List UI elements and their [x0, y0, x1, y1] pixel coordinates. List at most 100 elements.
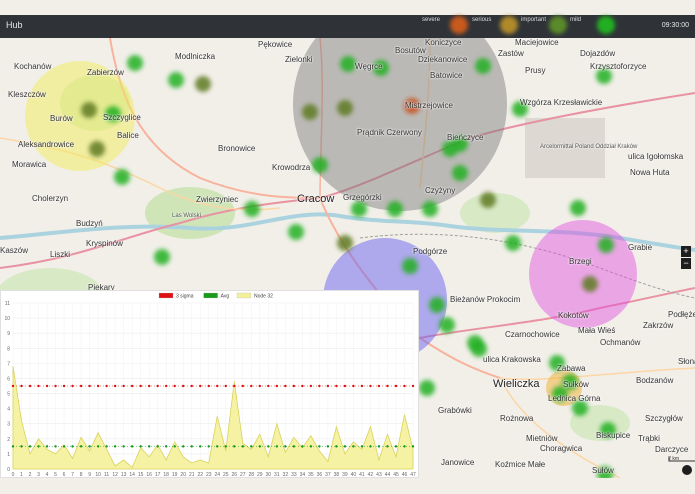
sensor-node-marker[interactable]	[337, 100, 353, 116]
place-label: Grabie	[628, 243, 653, 252]
data-point-avg	[233, 445, 236, 448]
place-label: Trąbki	[638, 434, 660, 443]
place-label: Morawica	[12, 160, 47, 169]
sensor-node-marker[interactable]	[114, 169, 130, 185]
data-point-avg	[360, 445, 364, 448]
sensor-node-marker[interactable]	[480, 192, 496, 208]
x-tick-label: 5	[54, 472, 57, 478]
sensor-node-marker[interactable]	[598, 237, 614, 253]
sensor-node-marker[interactable]	[154, 249, 170, 265]
data-point-3-sigma	[250, 384, 253, 388]
data-point-3-sigma	[377, 384, 381, 388]
sensor-node-marker[interactable]	[442, 141, 458, 157]
x-tick-label: 8	[80, 472, 83, 478]
x-tick-label: 30	[266, 472, 272, 478]
sensor-node-marker[interactable]	[81, 102, 97, 118]
place-label: Ochmanów	[600, 338, 641, 347]
sensor-node-marker[interactable]	[127, 55, 143, 71]
x-tick-label: 11	[104, 472, 109, 478]
data-point-3-sigma	[233, 384, 236, 388]
x-tick-label: 43	[376, 472, 382, 478]
x-tick-label: 26	[231, 472, 237, 478]
zoom-in-button[interactable]: +	[681, 246, 691, 257]
data-point-3-sigma	[258, 384, 262, 388]
place-label: Kochanów	[14, 62, 52, 71]
sensor-node-marker[interactable]	[168, 72, 184, 88]
data-point-avg	[45, 445, 49, 448]
sensor-node-marker[interactable]	[422, 201, 438, 217]
place-label: Prusy	[525, 66, 546, 75]
place-label: Prądnik Czerwony	[357, 128, 422, 137]
data-point-3-sigma	[275, 384, 279, 388]
y-tick-label: 1	[7, 452, 10, 458]
data-point-avg	[352, 445, 355, 448]
zoom-out-button[interactable]: −	[681, 258, 691, 269]
data-point-avg	[164, 445, 168, 448]
x-tick-label: 20	[180, 472, 186, 478]
sensor-node-marker[interactable]	[351, 201, 367, 217]
sensor-node-marker[interactable]	[439, 317, 455, 333]
sensor-node-marker[interactable]	[419, 380, 435, 396]
place-label: Budzyń	[76, 219, 103, 228]
place-label: Bronowice	[218, 144, 256, 153]
data-point-3-sigma	[301, 384, 304, 388]
y-tick-label: 11	[5, 301, 10, 307]
data-point-avg	[182, 445, 185, 448]
sensor-node-marker[interactable]	[337, 235, 353, 251]
data-point-3-sigma	[113, 384, 117, 388]
sensor-node-marker[interactable]	[288, 224, 304, 240]
data-point-3-sigma	[156, 384, 159, 388]
sensor-node-marker[interactable]	[195, 76, 211, 92]
x-tick-label: 18	[163, 472, 169, 478]
place-label: Szczyglice	[103, 113, 141, 122]
sensor-node-marker[interactable]	[302, 104, 318, 120]
sensor-node-marker[interactable]	[340, 56, 356, 72]
legend-severe-label: severe	[422, 17, 441, 23]
place-label: Liszki	[50, 250, 71, 259]
sensor-node-marker[interactable]	[387, 201, 403, 217]
place-label: Podgórze	[413, 247, 448, 256]
x-tick-label: 31	[274, 472, 280, 478]
x-tick-label: 47	[410, 472, 416, 478]
sensor-node-marker[interactable]	[452, 165, 468, 181]
x-tick-label: 3	[37, 472, 40, 478]
data-point-avg	[241, 445, 244, 448]
x-tick-label: 32	[283, 472, 289, 478]
data-point-avg	[258, 445, 262, 448]
place-label: Pękowice	[258, 40, 293, 49]
data-point-3-sigma	[96, 384, 100, 388]
sensor-node-marker[interactable]	[89, 141, 105, 157]
top-bar: Hub severe serious important mild 09:30:…	[0, 15, 695, 38]
x-tick-label: 0	[12, 472, 15, 478]
place-label: Kokotów	[558, 311, 589, 320]
data-point-avg	[224, 445, 227, 448]
sensor-node-marker[interactable]	[570, 200, 586, 216]
data-point-avg	[147, 445, 151, 448]
chart-panel: 0 1 2 3 4 5 6 7 8 9 10 11 0 1 2 3 4 5 6 7 8 9 10 11 12 13 14 15 16 17…	[0, 290, 419, 478]
place-label: Janowice	[441, 458, 475, 467]
data-point-avg	[122, 445, 125, 448]
data-point-avg	[292, 445, 296, 448]
data-point-avg	[403, 445, 406, 448]
sensor-node-marker[interactable]	[475, 58, 491, 74]
x-tick-label: 16	[146, 472, 152, 478]
impact-zone-serious[interactable]	[293, 38, 507, 211]
data-point-avg	[54, 445, 57, 448]
data-point-3-sigma	[28, 384, 32, 388]
place-label: Nowa Huta	[630, 168, 670, 177]
sensor-node-marker[interactable]	[402, 258, 418, 274]
place-label: Maciejowice	[515, 38, 559, 47]
place-label: Las Wolski	[172, 213, 201, 219]
data-point-3-sigma	[411, 384, 415, 388]
place-label: Zakrzów	[643, 321, 674, 330]
sensor-node-marker[interactable]	[244, 201, 260, 217]
sensor-node-marker[interactable]	[312, 157, 328, 173]
sensor-node-marker[interactable]	[505, 235, 521, 251]
layers-button[interactable]	[682, 465, 692, 475]
sensor-node-marker[interactable]	[582, 276, 598, 292]
data-point-3-sigma	[45, 384, 49, 388]
data-point-3-sigma	[352, 384, 355, 388]
place-label: Sułów	[592, 466, 614, 475]
x-tick-label: 42	[368, 472, 374, 478]
sensor-node-marker[interactable]	[429, 297, 445, 313]
